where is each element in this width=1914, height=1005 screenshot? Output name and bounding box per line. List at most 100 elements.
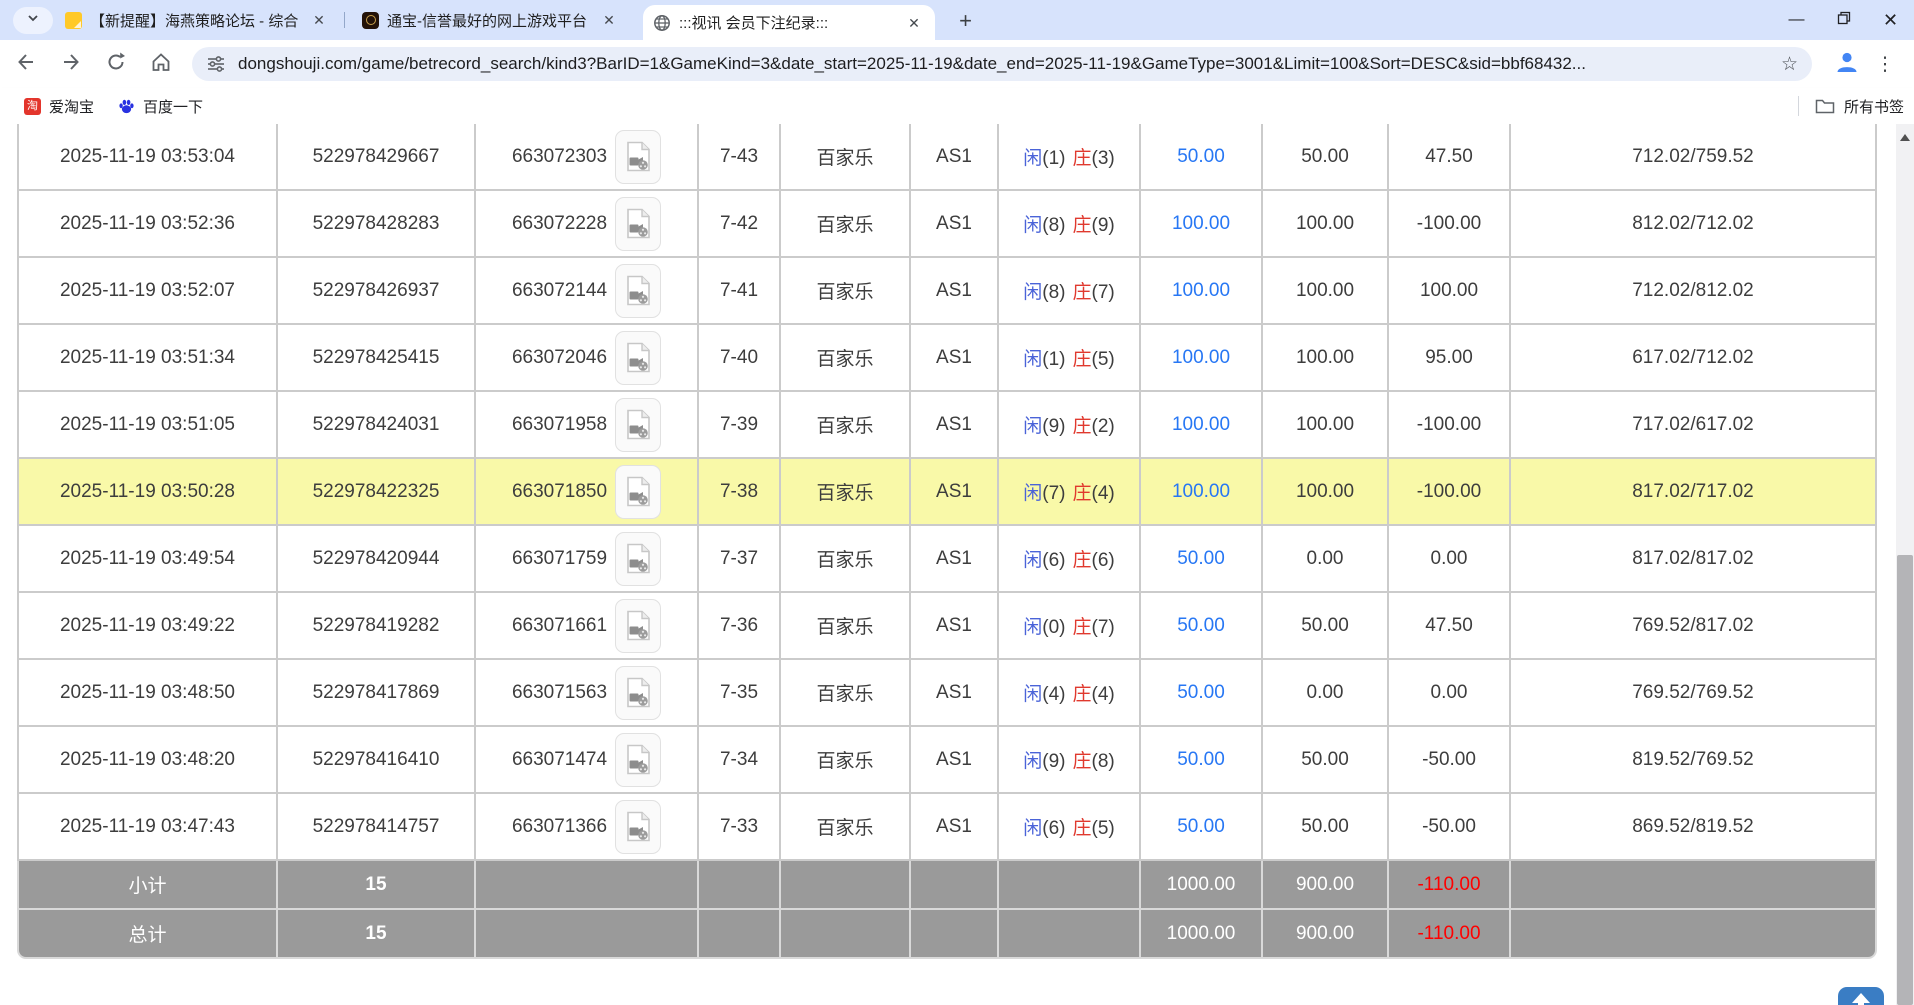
round-id-text: 663072303 xyxy=(512,146,607,167)
forward-arrow-icon xyxy=(60,51,82,78)
cell-bet-amount: 50.00 xyxy=(1141,526,1263,593)
bet-amount-link[interactable]: 50.00 xyxy=(1177,749,1225,770)
forward-button[interactable] xyxy=(52,45,90,83)
bet-amount-link[interactable]: 100.00 xyxy=(1172,481,1230,502)
video-replay-button[interactable] xyxy=(615,130,661,184)
cell-bet-id: 522978428283 xyxy=(278,191,476,258)
address-bar[interactable]: dongshouji.com/game/betrecord_search/kin… xyxy=(192,47,1812,81)
site-settings-tune-icon[interactable] xyxy=(206,54,226,74)
bet-amount-link[interactable]: 50.00 xyxy=(1177,146,1225,167)
scroll-up-arrow-icon[interactable] xyxy=(1896,128,1914,146)
tab-bet-records-active[interactable]: :::视讯 会员下注纪录::: ✕ xyxy=(643,5,935,40)
summary-winloss-total: -110.00 xyxy=(1389,910,1511,959)
cell-balance: 817.02/717.02 xyxy=(1511,459,1877,526)
tab-title: :::视讯 会员下注纪录::: xyxy=(679,12,895,33)
cell-balance: 712.02/812.02 xyxy=(1511,258,1877,325)
video-replay-button[interactable] xyxy=(615,197,661,251)
close-window-button[interactable]: ✕ xyxy=(1867,0,1914,40)
back-to-top-button[interactable] xyxy=(1838,987,1884,1005)
bet-amount-link[interactable]: 50.00 xyxy=(1177,615,1225,636)
video-replay-button[interactable] xyxy=(615,331,661,385)
bet-record-table: 2025-11-19 03:53:04 522978429667 6630723… xyxy=(17,124,1877,959)
video-replay-button[interactable] xyxy=(615,264,661,318)
round-id-text: 663072228 xyxy=(512,213,607,234)
video-replay-button[interactable] xyxy=(615,532,661,586)
video-file-icon xyxy=(626,476,651,507)
video-replay-button[interactable] xyxy=(615,465,661,519)
cell-game-type: 百家乐 xyxy=(781,727,911,794)
summary-label: 总计 xyxy=(17,910,278,959)
cell-win-loss: 0.00 xyxy=(1389,660,1511,727)
tab-tongbao[interactable]: 通宝-信誉最好的网上游戏平台 ✕ xyxy=(352,0,630,40)
summary-row: 小计 15 1000.00 900.00 -110.00 xyxy=(17,861,1877,910)
cell-table-no: 7-41 xyxy=(699,258,781,325)
scrollbar-thumb[interactable] xyxy=(1897,555,1913,1005)
tab-search-button[interactable] xyxy=(13,7,53,34)
bookmark-baidu[interactable]: 百度一下 xyxy=(118,96,203,117)
bet-amount-link[interactable]: 100.00 xyxy=(1172,414,1230,435)
cell-result: 闲(8)庄(9) xyxy=(999,191,1141,258)
back-button[interactable] xyxy=(7,45,45,83)
video-replay-button[interactable] xyxy=(615,800,661,854)
banker-label: 庄 xyxy=(1073,148,1092,169)
bookmark-star-icon[interactable]: ☆ xyxy=(1781,53,1798,76)
video-replay-button[interactable] xyxy=(615,733,661,787)
player-label: 闲 xyxy=(1023,282,1042,303)
bet-amount-link[interactable]: 50.00 xyxy=(1177,548,1225,569)
bet-amount-link[interactable]: 100.00 xyxy=(1172,347,1230,368)
cell-result: 闲(8)庄(7) xyxy=(999,258,1141,325)
tongbao-logo-icon xyxy=(362,12,379,29)
minimize-button[interactable]: — xyxy=(1773,0,1820,40)
cell-balance: 769.52/817.02 xyxy=(1511,593,1877,660)
cell-win-loss: -100.00 xyxy=(1389,191,1511,258)
bookmark-aitaobao[interactable]: 淘 爱淘宝 xyxy=(24,96,94,117)
cell-result: 闲(4)庄(4) xyxy=(999,660,1141,727)
banker-label: 庄 xyxy=(1073,550,1092,571)
all-bookmarks-button[interactable]: 所有书签 xyxy=(1815,96,1904,117)
new-tab-button[interactable]: + xyxy=(952,7,979,34)
bet-amount-link[interactable]: 50.00 xyxy=(1177,682,1225,703)
bet-amount-link[interactable]: 100.00 xyxy=(1172,213,1230,234)
cell-game-type: 百家乐 xyxy=(781,258,911,325)
cell-result: 闲(9)庄(8) xyxy=(999,727,1141,794)
cell-round-id: 663071563 xyxy=(476,660,699,727)
round-id-text: 663071661 xyxy=(512,615,607,636)
video-replay-button[interactable] xyxy=(615,398,661,452)
folder-icon xyxy=(1815,98,1835,115)
video-file-icon xyxy=(626,811,651,842)
cell-result: 闲(7)庄(4) xyxy=(999,459,1141,526)
player-label: 闲 xyxy=(1023,349,1042,370)
restore-button[interactable] xyxy=(1820,0,1867,40)
close-tab-icon[interactable]: ✕ xyxy=(598,9,620,31)
player-label: 闲 xyxy=(1023,684,1042,705)
reload-button[interactable] xyxy=(97,45,135,83)
cell-bet-id: 522978417869 xyxy=(278,660,476,727)
video-replay-button[interactable] xyxy=(615,599,661,653)
bet-amount-link[interactable]: 100.00 xyxy=(1172,280,1230,301)
page-scrollbar[interactable] xyxy=(1896,124,1914,1005)
video-file-icon xyxy=(626,744,651,775)
video-replay-button[interactable] xyxy=(615,666,661,720)
bet-amount-link[interactable]: 50.00 xyxy=(1177,816,1225,837)
close-tab-icon[interactable]: ✕ xyxy=(903,12,925,34)
cell-valid-amount: 100.00 xyxy=(1263,258,1389,325)
cell-bet-time: 2025-11-19 03:48:20 xyxy=(17,727,278,794)
summary-empty-cell xyxy=(911,910,999,959)
cell-balance: 712.02/759.52 xyxy=(1511,124,1877,191)
cell-bet-time: 2025-11-19 03:51:34 xyxy=(17,325,278,392)
close-tab-icon[interactable]: ✕ xyxy=(308,9,330,31)
video-file-icon xyxy=(626,342,651,373)
cell-win-loss: 47.50 xyxy=(1389,124,1511,191)
bookmarks-divider xyxy=(1798,96,1799,116)
video-file-icon xyxy=(626,275,651,306)
bet-record-row: 2025-11-19 03:48:50 522978417869 6630715… xyxy=(17,660,1877,727)
home-button[interactable] xyxy=(142,45,180,83)
browser-menu-button[interactable]: ⋮ xyxy=(1870,47,1900,81)
cell-platform: AS1 xyxy=(911,660,999,727)
player-label: 闲 xyxy=(1023,416,1042,437)
cell-balance: 819.52/769.52 xyxy=(1511,727,1877,794)
cell-win-loss: 95.00 xyxy=(1389,325,1511,392)
profile-avatar[interactable] xyxy=(1830,47,1864,81)
tab-haiyan-forum[interactable]: 【新提醒】海燕策略论坛 - 综合 ✕ xyxy=(55,0,340,40)
cell-bet-amount: 100.00 xyxy=(1141,459,1263,526)
